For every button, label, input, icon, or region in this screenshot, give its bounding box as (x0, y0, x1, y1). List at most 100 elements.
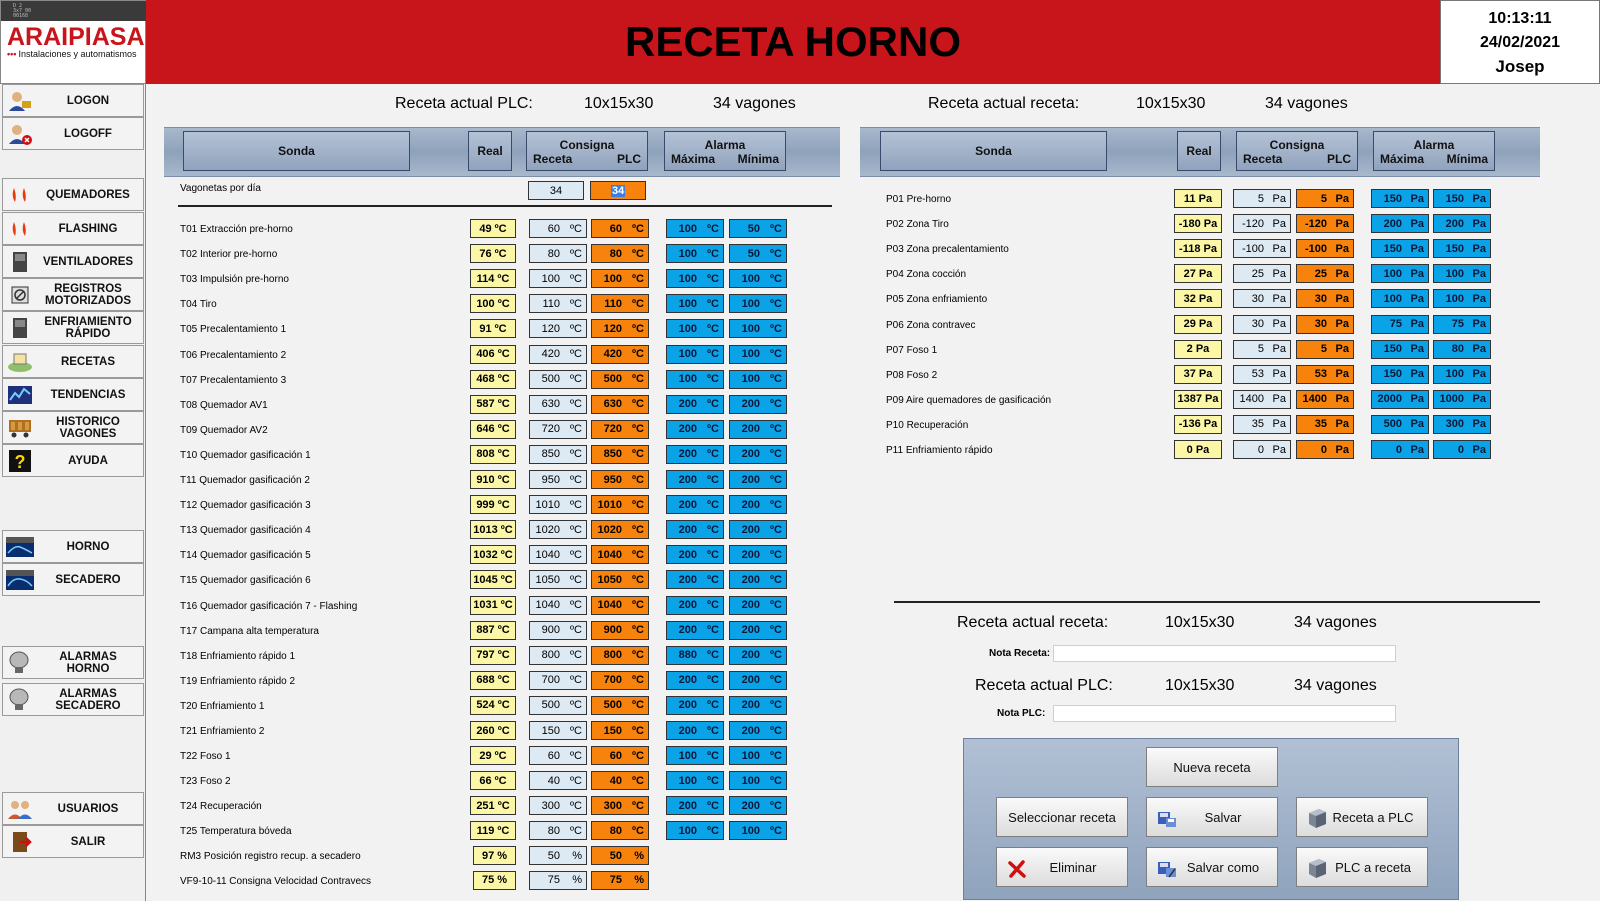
alarm-min[interactable]: 50 ºC (729, 219, 787, 238)
wagons-per-day-recipe[interactable]: 34 (528, 181, 584, 200)
alarm-min[interactable]: 200 ºC (729, 595, 787, 615)
recipe-setpoint[interactable]: 5 Pa (1233, 189, 1291, 208)
alarm-min[interactable]: 100 ºC (729, 369, 787, 389)
alarm-min[interactable]: 200 ºC (729, 520, 787, 540)
alarm-max[interactable]: 200 ºC (666, 394, 724, 414)
alarm-max[interactable]: 150 Pa (1371, 339, 1429, 359)
alarm-min[interactable]: 200 ºC (729, 470, 787, 489)
sidebar-item-recetas[interactable]: RECETAS (2, 345, 144, 378)
recipe-setpoint[interactable]: 800 ºC (529, 645, 587, 665)
alarm-min[interactable]: 80 Pa (1433, 339, 1491, 359)
alarm-min[interactable]: 200 ºC (729, 570, 787, 590)
alarm-max[interactable]: 200 ºC (666, 796, 724, 816)
alarm-max[interactable]: 200 ºC (666, 570, 724, 590)
recipe-setpoint[interactable]: 35 Pa (1233, 414, 1291, 434)
alarm-min[interactable]: 200 Pa (1433, 214, 1491, 234)
sidebar-item-horno[interactable]: HORNO (2, 530, 144, 563)
recipe-setpoint[interactable]: 1050 ºC (529, 570, 587, 590)
alarm-max[interactable]: 200 ºC (666, 695, 724, 715)
recipe-setpoint[interactable]: 950 ºC (529, 470, 587, 489)
recipe-setpoint[interactable]: 300 ºC (529, 796, 587, 816)
alarm-max[interactable]: 100 ºC (666, 344, 724, 364)
recipe-setpoint[interactable]: 110 ºC (529, 294, 587, 314)
recipe-setpoint[interactable]: 420 ºC (529, 344, 587, 364)
alarm-min[interactable]: 200 ºC (729, 394, 787, 414)
alarm-max[interactable]: 200 ºC (666, 595, 724, 615)
alarm-min[interactable]: 100 ºC (729, 344, 787, 364)
alarm-min[interactable]: 150 Pa (1433, 239, 1491, 259)
alarm-max[interactable]: 100 ºC (666, 821, 724, 841)
alarm-max[interactable]: 150 Pa (1371, 189, 1429, 208)
recipe-setpoint[interactable]: 5 Pa (1233, 339, 1291, 359)
sidebar-item-alarmas-secadero[interactable]: ALARMAS SECADERO (2, 683, 144, 716)
alarm-min[interactable]: 100 Pa (1433, 264, 1491, 284)
recipe-setpoint[interactable]: 1400 Pa (1233, 389, 1291, 409)
alarm-max[interactable]: 880 ºC (666, 645, 724, 665)
alarm-min[interactable]: 100 Pa (1433, 289, 1491, 309)
alarm-min[interactable]: 200 ºC (729, 645, 787, 665)
alarm-max[interactable]: 200 ºC (666, 444, 724, 464)
recipe-setpoint[interactable]: 500 ºC (529, 369, 587, 389)
recipe-setpoint[interactable]: 50% (529, 846, 587, 865)
recipe-to-plc-button[interactable]: Receta a PLC (1296, 797, 1428, 837)
sidebar-item-ventiladores[interactable]: VENTILADORES (2, 245, 144, 278)
alarm-max[interactable]: 100 Pa (1371, 264, 1429, 284)
recipe-setpoint[interactable]: 75% (529, 870, 587, 890)
alarm-min[interactable]: 200 ºC (729, 495, 787, 515)
alarm-max[interactable]: 200 ºC (666, 545, 724, 565)
alarm-max[interactable]: 200 ºC (666, 419, 724, 439)
sidebar-item-logoff[interactable]: LOGOFF (2, 117, 144, 150)
alarm-max[interactable]: 200 ºC (666, 670, 724, 690)
alarm-max[interactable]: 100 ºC (666, 294, 724, 314)
alarm-max[interactable]: 0 Pa (1371, 440, 1429, 459)
alarm-max[interactable]: 200 ºC (666, 495, 724, 515)
recipe-setpoint[interactable]: 500 ºC (529, 695, 587, 715)
sidebar-item-quemadores[interactable]: QUEMADORES (2, 178, 144, 211)
alarm-max[interactable]: 100 ºC (666, 319, 724, 339)
new-recipe-button[interactable]: Nueva receta (1146, 747, 1278, 787)
alarm-max[interactable]: 200 ºC (666, 470, 724, 489)
recipe-setpoint[interactable]: 53 Pa (1233, 364, 1291, 384)
delete-button[interactable]: Eliminar (996, 847, 1128, 887)
alarm-min[interactable]: 200 ºC (729, 620, 787, 640)
alarm-max[interactable]: 100 ºC (666, 244, 724, 264)
alarm-min[interactable]: 150 Pa (1433, 189, 1491, 208)
alarm-min[interactable]: 100 Pa (1433, 364, 1491, 384)
recipe-setpoint[interactable]: 1040 ºC (529, 595, 587, 615)
recipe-setpoint[interactable]: 100 ºC (529, 269, 587, 289)
sidebar-item-flashing[interactable]: FLASHING (2, 212, 144, 245)
wagons-per-day-plc[interactable]: 34 (590, 181, 646, 200)
alarm-min[interactable]: 200 ºC (729, 419, 787, 439)
sidebar-item-tendencias[interactable]: TENDENCIAS (2, 378, 144, 411)
plc-to-recipe-button[interactable]: PLC a receta (1296, 847, 1428, 887)
alarm-min[interactable]: 1000 Pa (1433, 389, 1491, 409)
recipe-setpoint[interactable]: 120 ºC (529, 319, 587, 339)
alarm-max[interactable]: 100 ºC (666, 219, 724, 238)
sidebar-item-registros-motorizados[interactable]: REGISTROS MOTORIZADOS (2, 278, 144, 311)
sidebar-item-salir[interactable]: SALIR (2, 825, 144, 858)
alarm-max[interactable]: 2000 Pa (1371, 389, 1429, 409)
recipe-setpoint[interactable]: 0 Pa (1233, 440, 1291, 459)
sidebar-item-historico-vagones[interactable]: HISTORICO VAGONES (2, 411, 144, 444)
sidebar-item-ayuda[interactable]: ? AYUDA (2, 444, 144, 477)
recipe-setpoint[interactable]: 1040 ºC (529, 545, 587, 565)
plc-note-input[interactable] (1053, 705, 1396, 722)
sidebar-item-secadero[interactable]: SECADERO (2, 563, 144, 596)
recipe-setpoint[interactable]: 720 ºC (529, 419, 587, 439)
alarm-max[interactable]: 500 Pa (1371, 414, 1429, 434)
recipe-setpoint[interactable]: 80 ºC (529, 244, 587, 264)
alarm-max[interactable]: 100 ºC (666, 771, 724, 791)
sidebar-item-logon[interactable]: LOGON (2, 84, 144, 117)
recipe-setpoint[interactable]: 30 Pa (1233, 314, 1291, 334)
alarm-max[interactable]: 200 Pa (1371, 214, 1429, 234)
alarm-max[interactable]: 200 ºC (666, 520, 724, 540)
recipe-setpoint[interactable]: 60 ºC (529, 219, 587, 238)
alarm-min[interactable]: 200 ºC (729, 670, 787, 690)
alarm-min[interactable]: 200 ºC (729, 444, 787, 464)
alarm-min[interactable]: 100 ºC (729, 771, 787, 791)
alarm-min[interactable]: 200 ºC (729, 695, 787, 715)
recipe-setpoint[interactable]: 60 ºC (529, 746, 587, 766)
recipe-setpoint[interactable]: 40 ºC (529, 771, 587, 791)
alarm-min[interactable]: 100 ºC (729, 746, 787, 766)
save-as-button[interactable]: Salvar como (1146, 847, 1278, 887)
